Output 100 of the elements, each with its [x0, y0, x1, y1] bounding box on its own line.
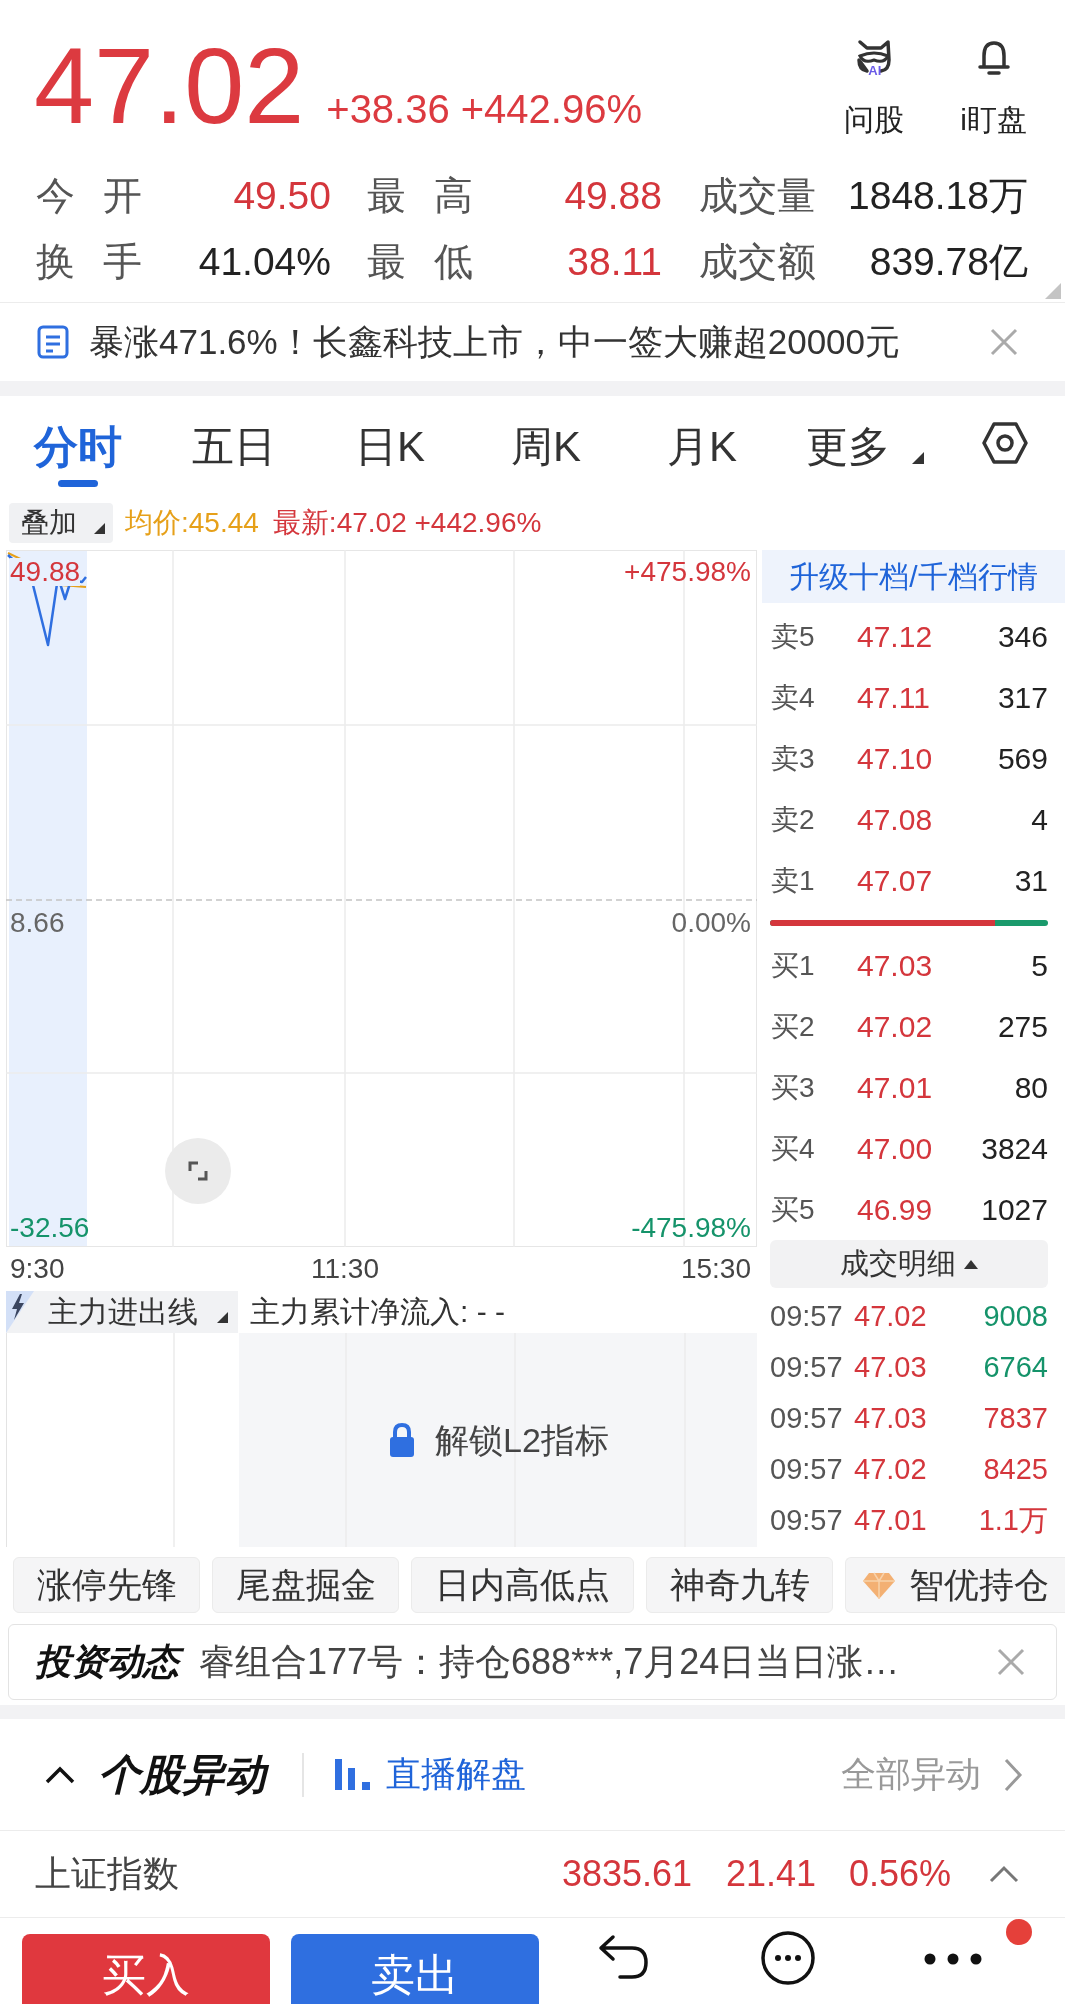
order-price: 47.12	[857, 619, 934, 655]
stat-value: 38.11	[567, 239, 662, 285]
index-name: 上证指数	[35, 1852, 180, 1896]
stat-label: 今 开	[36, 173, 142, 219]
order-price: 47.03	[857, 948, 934, 984]
trade-time: 09:57	[770, 1451, 844, 1487]
stat-label: 最 低	[367, 239, 473, 285]
axis-label: +475.98%	[624, 558, 751, 586]
feature-button[interactable]: 神奇九转	[646, 1557, 833, 1613]
order-volume: 3824	[980, 1131, 1048, 1167]
feature-button[interactable]: 涨停先锋	[13, 1557, 200, 1613]
index-change: 21.41	[726, 1852, 818, 1896]
order-price: 47.02	[857, 1009, 934, 1045]
trade-time: 09:57	[770, 1400, 844, 1436]
document-icon	[37, 325, 69, 359]
order-volume: 275	[996, 1009, 1048, 1045]
average-price: 均价:45.44	[125, 505, 259, 540]
order-volume: 346	[996, 619, 1048, 655]
ai-label: AI	[868, 64, 882, 77]
stock-price: 47.02	[34, 32, 305, 140]
axis-label: -475.98%	[631, 1214, 751, 1242]
ask-stock-button[interactable]: AI 问股	[844, 38, 905, 138]
tab[interactable]: 周K	[511, 422, 581, 472]
order-level-label: 卖4	[771, 680, 816, 715]
diamond-icon	[863, 1571, 895, 1599]
index-change-percent: 0.56%	[849, 1852, 953, 1896]
tab[interactable]: 分时	[34, 422, 122, 487]
dropdown-triangle-icon	[912, 452, 924, 464]
order-level-label: 买5	[771, 1192, 816, 1227]
trade-time: 09:57	[770, 1349, 844, 1385]
buy-button[interactable]: 买入	[22, 1934, 270, 2004]
tab[interactable]: 更多	[806, 422, 924, 472]
order-volume: 4	[1030, 802, 1048, 838]
order-level-label: 买1	[771, 948, 816, 983]
axis-label: 0.00%	[671, 909, 751, 937]
more-icon[interactable]	[923, 1953, 982, 1965]
caret-up-icon[interactable]	[44, 1765, 76, 1784]
upgrade-quotes-button[interactable]: 升级十档/千档行情	[762, 550, 1065, 603]
time-label: 15:30	[679, 1251, 752, 1286]
order-price: 47.00	[857, 1131, 934, 1167]
order-level-label: 卖3	[771, 741, 816, 776]
tab[interactable]: 五日	[192, 422, 276, 472]
expand-icon[interactable]	[165, 1138, 231, 1204]
sell-button[interactable]: 卖出	[291, 1934, 539, 2004]
tab[interactable]: 日K	[355, 422, 425, 472]
order-volume: 80	[1013, 1070, 1048, 1106]
order-price: 47.01	[857, 1070, 934, 1106]
stat-value: 41.04%	[198, 239, 331, 285]
feature-button[interactable]: 日内高低点	[411, 1557, 634, 1613]
trade-volume: 1.1万	[977, 1502, 1048, 1538]
order-price: 47.11	[857, 680, 931, 716]
stat-label: 最 高	[367, 173, 473, 219]
settings-icon[interactable]	[982, 420, 1028, 466]
close-icon[interactable]	[996, 1647, 1026, 1677]
overlay-dropdown[interactable]: 叠加	[9, 502, 113, 543]
trade-price: 47.01	[854, 1502, 928, 1538]
unlock-indicator-link[interactable]: 解锁L2指标	[435, 1414, 609, 1466]
time-label: 11:30	[310, 1251, 380, 1286]
stat-label: 成交额	[699, 239, 816, 285]
stat-value: 49.50	[233, 173, 331, 219]
stat-value: 839.78亿	[869, 239, 1028, 285]
trade-price: 47.03	[854, 1349, 928, 1385]
order-level-label: 买3	[771, 1070, 816, 1105]
indicator-dropdown[interactable]: 主力进出线	[6, 1290, 238, 1333]
alert-button[interactable]: i盯盘	[960, 38, 1027, 138]
order-volume: 317	[996, 680, 1048, 716]
stat-label: 成交量	[699, 173, 816, 219]
lightning-icon	[6, 1290, 34, 1333]
order-volume: 569	[996, 741, 1048, 777]
trade-volume: 8425	[982, 1451, 1048, 1487]
news-headline[interactable]: 暴涨471.6%！长鑫科技上市，中一签大赚超20000元	[89, 320, 901, 364]
axis-label: 8.66	[10, 909, 65, 937]
stat-label: 换 手	[36, 239, 142, 285]
trade-details-toggle[interactable]: 成交明细	[770, 1240, 1048, 1288]
order-level-label: 买4	[771, 1131, 816, 1166]
stat-value: 49.88	[564, 173, 662, 219]
price-change: +38.36	[326, 89, 450, 129]
chevron-right-icon[interactable]	[1003, 1756, 1023, 1793]
live-commentary-link[interactable]: 直播解盘	[386, 1748, 526, 1801]
order-level-label: 卖5	[771, 619, 816, 654]
axis-label: -32.56	[10, 1214, 90, 1242]
feed-message[interactable]: 睿组合177号：持仓688***,7月24日当日涨…	[199, 1635, 900, 1689]
tab[interactable]: 月K	[667, 422, 737, 472]
feed-title: 投资动态	[35, 1638, 187, 1686]
feature-button[interactable]: 智优持仓	[845, 1557, 1065, 1613]
order-price: 47.10	[857, 741, 934, 777]
trade-time: 09:57	[770, 1298, 844, 1334]
trade-volume: 6764	[982, 1349, 1048, 1385]
trade-price: 47.02	[854, 1451, 928, 1487]
dropdown-triangle-icon	[94, 522, 105, 534]
order-price: 47.07	[857, 863, 934, 899]
latest-price: 最新:47.02 +442.96%	[272, 505, 542, 540]
feature-button[interactable]: 尾盘掘金	[212, 1557, 399, 1613]
bar-chart-icon	[335, 1759, 371, 1790]
dots-circle-icon[interactable]	[759, 1930, 816, 1986]
trade-price: 47.03	[854, 1400, 928, 1436]
section-title: 个股异动	[98, 1747, 274, 1802]
close-icon[interactable]	[989, 327, 1019, 357]
trade-volume: 9008	[982, 1298, 1048, 1334]
order-volume: 1027	[980, 1192, 1048, 1228]
